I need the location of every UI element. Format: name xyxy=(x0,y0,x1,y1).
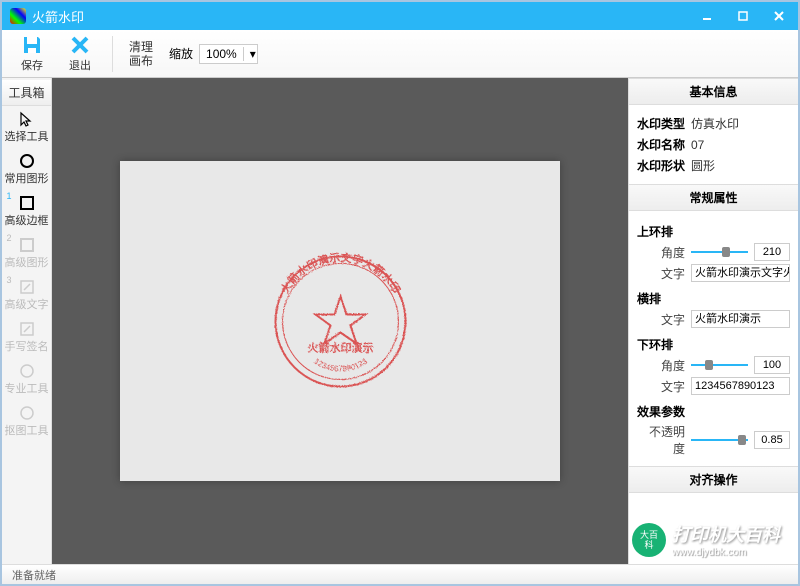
bottom-text-label: 文字 xyxy=(645,378,685,395)
tool-advanced-text[interactable]: 3 高级文字 xyxy=(3,274,51,316)
exit-icon xyxy=(69,34,91,56)
top-text-label: 文字 xyxy=(645,265,685,282)
status-text: 准备就绪 xyxy=(12,567,56,583)
title-bar: 火箭水印 xyxy=(2,2,798,30)
maximize-button[interactable] xyxy=(732,6,754,26)
basic-info-header: 基本信息 xyxy=(629,78,798,105)
canvas-area[interactable]: 火箭水印演示文字火箭水印 火箭水印演示 1234567890123 xyxy=(52,78,628,564)
top-angle-input[interactable]: 210 xyxy=(754,243,790,261)
minimize-button[interactable] xyxy=(696,6,718,26)
cursor-icon xyxy=(19,111,35,127)
top-angle-slider[interactable] xyxy=(691,244,748,260)
save-button[interactable]: 保存 xyxy=(12,32,52,76)
horiz-group: 横排 xyxy=(637,290,790,307)
wm-name-value: 07 xyxy=(691,138,790,152)
palette2-icon xyxy=(19,405,35,421)
opacity-label: 不透明度 xyxy=(645,423,685,457)
chevron-down-icon: ▾ xyxy=(243,47,257,61)
wm-type-label: 水印类型 xyxy=(637,115,691,132)
exit-label: 退出 xyxy=(69,57,91,73)
stamp-preview[interactable]: 火箭水印演示文字火箭水印 火箭水印演示 1234567890123 xyxy=(260,241,420,401)
toolbar-separator xyxy=(112,36,113,72)
wm-name-label: 水印名称 xyxy=(637,136,691,153)
top-angle-label: 角度 xyxy=(645,244,685,261)
align-ops-header: 对齐操作 xyxy=(629,466,798,493)
bottom-text-input[interactable]: 1234567890123 xyxy=(691,377,790,395)
text-icon xyxy=(19,279,35,295)
horiz-text-label: 文字 xyxy=(645,311,685,328)
tool-signature[interactable]: 手写签名 xyxy=(3,316,51,358)
close-button[interactable] xyxy=(768,6,790,26)
top-text-input[interactable]: 火箭水印演示文字火箭水印 xyxy=(691,264,790,282)
bottom-angle-slider[interactable] xyxy=(691,357,748,373)
exit-button[interactable]: 退出 xyxy=(60,32,100,76)
bottom-angle-label: 角度 xyxy=(645,357,685,374)
pen-icon xyxy=(19,321,35,337)
clear-canvas-button[interactable]: 清理 画布 xyxy=(125,40,157,68)
normal-props-header: 常规属性 xyxy=(629,184,798,211)
top-ring-group: 上环排 xyxy=(637,223,790,240)
effect-group: 效果参数 xyxy=(637,403,790,420)
zoom-value: 100% xyxy=(200,47,243,61)
toolbar: 保存 退出 清理 画布 缩放 100% ▾ xyxy=(2,30,798,78)
save-label: 保存 xyxy=(21,57,43,73)
svg-text:火箭水印演示: 火箭水印演示 xyxy=(307,340,373,354)
shape-icon xyxy=(19,237,35,253)
zoom-label: 缩放 xyxy=(169,45,193,62)
status-bar: 准备就绪 xyxy=(2,564,798,584)
opacity-slider[interactable] xyxy=(691,432,748,448)
app-icon xyxy=(10,8,26,24)
canvas[interactable]: 火箭水印演示文字火箭水印 火箭水印演示 1234567890123 xyxy=(120,161,560,481)
tool-select[interactable]: 选择工具 xyxy=(3,106,51,148)
horiz-text-input[interactable]: 火箭水印演示 xyxy=(691,310,790,328)
app-title: 火箭水印 xyxy=(32,7,696,26)
square-icon xyxy=(19,195,35,211)
tool-cutout[interactable]: 抠图工具 xyxy=(3,400,51,442)
properties-panel: 基本信息 水印类型仿真水印 水印名称07 水印形状圆形 常规属性 上环排 角度 … xyxy=(628,78,798,564)
wm-shape-label: 水印形状 xyxy=(637,157,691,174)
tool-advanced-shapes[interactable]: 2 高级图形 xyxy=(3,232,51,274)
tool-professional[interactable]: 专业工具 xyxy=(3,358,51,400)
svg-text:1234567890123: 1234567890123 xyxy=(312,356,369,373)
bottom-ring-group: 下环排 xyxy=(637,336,790,353)
bottom-angle-input[interactable]: 100 xyxy=(754,356,790,374)
wm-type-value: 仿真水印 xyxy=(691,115,790,132)
circle-icon xyxy=(19,153,35,169)
toolbox: 工具箱 选择工具 常用图形 1 高级边框 2 高级图形 3 xyxy=(2,78,52,564)
toolbox-header: 工具箱 xyxy=(2,80,51,106)
wm-shape-value: 圆形 xyxy=(691,157,790,174)
opacity-input[interactable]: 0.85 xyxy=(754,431,790,449)
tool-advanced-border[interactable]: 1 高级边框 xyxy=(3,190,51,232)
save-icon xyxy=(21,34,43,56)
tool-common-shapes[interactable]: 常用图形 xyxy=(3,148,51,190)
zoom-select[interactable]: 100% ▾ xyxy=(199,44,258,64)
palette-icon xyxy=(19,363,35,379)
